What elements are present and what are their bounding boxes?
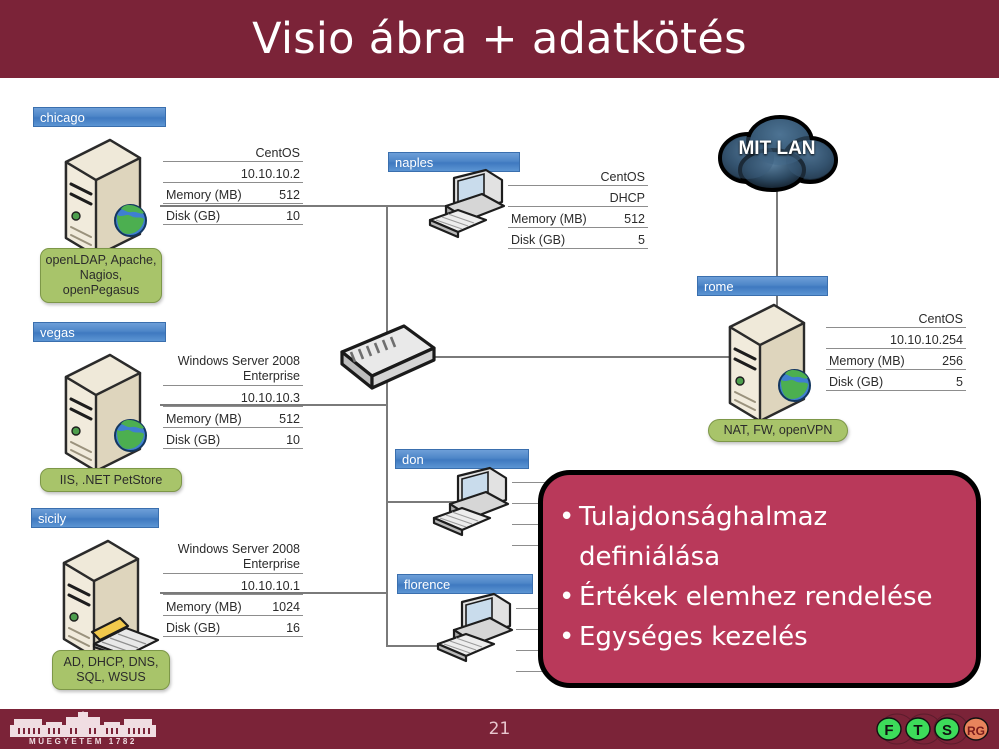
table-row: CentOS [163,141,303,162]
table-row: Memory (MB) 512 [163,183,303,204]
svg-text:S: S [942,722,952,739]
workstation-icon-florence [436,592,514,663]
list-item: Értékek elemhez rendelése [557,577,958,617]
workstation-icon-naples [428,168,506,239]
workstation-icon-don [432,466,510,537]
wire-switch-rome [416,356,736,358]
network-switch-icon [340,324,436,390]
services-callout-rome: NAT, FW, openVPN [708,419,848,442]
node-label-florence[interactable]: florence [397,574,533,594]
table-row: Disk (GB) 10 [163,428,303,449]
table-row: Memory (MB) 512 [508,207,648,228]
svg-text:F: F [884,722,893,739]
svg-text:T: T [913,722,922,739]
table-row: Windows Server 2008 Enterprise [163,350,303,386]
server-icon-vegas [64,353,142,472]
wire-bus-vertical [386,205,388,645]
node-label-vegas[interactable]: vegas [33,322,166,342]
table-row: Memory (MB) 1024 [163,595,303,616]
table-row: Disk (GB) 16 [163,616,303,637]
ftsrg-logo: F T S RG [874,711,994,747]
table-row: CentOS [826,307,966,328]
table-row: 10.10.10.254 [826,328,966,349]
data-table-naples: CentOS DHCP Memory (MB) 512 Disk (GB) 5 [508,165,648,249]
table-row: Windows Server 2008 Enterprise [163,538,303,574]
table-row: Memory (MB) 256 [826,349,966,370]
globe-icon-chicago [114,204,147,237]
summary-callout: Tulajdonsághalmaz definiálása Értékek el… [538,470,981,688]
server-icon-chicago [64,138,142,257]
page-title: Visio ábra + adatkötés [252,14,747,64]
data-table-sicily: Windows Server 2008 Enterprise 10.10.10.… [163,538,303,637]
svg-text:RG: RG [967,724,985,738]
table-row: Disk (GB) 10 [163,204,303,225]
slide-page-number: 21 [488,719,511,739]
table-row: 10.10.10.2 [163,162,303,183]
table-row: Disk (GB) 5 [826,370,966,391]
table-row: DHCP [508,186,648,207]
services-callout-sicily: AD, DHCP, DNS, SQL, WSUS [52,650,170,690]
slide: Visio ábra + adatkötés MIT LAN chicago C… [0,0,999,749]
globe-icon-rome [778,369,811,402]
data-table-chicago: CentOS 10.10.10.2 Memory (MB) 512 Disk (G… [163,141,303,225]
data-table-rome: CentOS 10.10.10.254 Memory (MB) 256 Disk … [826,307,966,391]
node-label-sicily[interactable]: sicily [31,508,159,528]
table-row: Disk (GB) 5 [508,228,648,249]
table-row: CentOS [508,165,648,186]
cloud-label: MIT LAN [738,138,816,159]
list-item: Tulajdonsághalmaz definiálása [557,497,958,577]
server-icon-rome [728,303,806,422]
title-underline [0,78,999,81]
node-label-chicago[interactable]: chicago [33,107,166,127]
table-row: 10.10.10.3 [163,386,303,407]
data-table-vegas: Windows Server 2008 Enterprise 10.10.10.… [163,350,303,449]
list-item: Egységes kezelés [557,617,958,657]
services-callout-vegas: IIS, .NET PetStore [40,468,182,492]
services-callout-chicago: openLDAP, Apache, Nagios, openPegasus [40,248,162,303]
table-row: 10.10.10.1 [163,574,303,595]
node-label-rome[interactable]: rome [697,276,828,296]
globe-icon-vegas [114,419,147,452]
table-row: Memory (MB) 512 [163,407,303,428]
summary-bullet-list: Tulajdonsághalmaz definiálása Értékek el… [557,497,958,657]
